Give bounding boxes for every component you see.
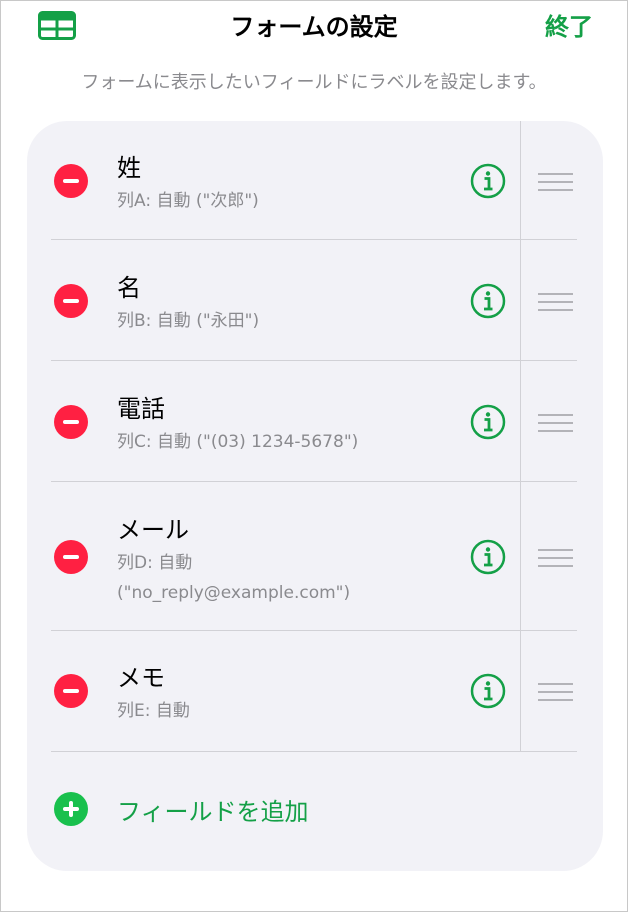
reorder-handle[interactable] — [538, 683, 573, 703]
add-icon[interactable] — [54, 792, 88, 826]
info-icon[interactable] — [470, 673, 506, 709]
info-icon[interactable] — [470, 404, 506, 440]
field-column: 列E: 自動 — [117, 701, 190, 721]
delete-field-button[interactable] — [54, 164, 88, 198]
list-item: メモ 列E: 自動 — [27, 631, 603, 751]
add-field-button[interactable]: フィールドを追加 — [117, 792, 309, 827]
reorder-handle[interactable] — [538, 414, 573, 434]
field-column: 列C: 自動 ("(03) 1234-5678") — [117, 432, 359, 452]
reorder-handle[interactable] — [538, 293, 573, 313]
page-title: フォームの設定 — [230, 13, 398, 41]
delete-field-button[interactable] — [54, 540, 88, 574]
field-label: メール — [117, 516, 189, 544]
list-item: 電話 列C: 自動 ("(03) 1234-5678") — [27, 361, 603, 481]
info-icon[interactable] — [470, 163, 506, 199]
field-column: 列D: 自動 — [117, 553, 193, 573]
field-label: 名 — [117, 274, 141, 302]
field-label: 電話 — [117, 395, 165, 423]
list-item: 名 列B: 自動 ("永田") — [27, 240, 603, 360]
field-label: 姓 — [117, 154, 141, 182]
field-label: メモ — [117, 664, 165, 692]
instruction-text: フォームに表示したいフィールドにラベルを設定します。 — [81, 72, 547, 93]
info-icon[interactable] — [470, 283, 506, 319]
delete-field-button[interactable] — [54, 284, 88, 318]
reorder-handle[interactable] — [538, 549, 573, 569]
nav-bar: フォームの設定 終了 — [1, 1, 627, 51]
delete-field-button[interactable] — [54, 405, 88, 439]
list-item: メール 列D: 自動 ("no_reply@example.com") — [27, 482, 603, 630]
info-icon[interactable] — [470, 539, 506, 575]
done-button[interactable]: 終了 — [545, 7, 593, 42]
list-item: 姓 列A: 自動 ("次郎") — [27, 121, 603, 239]
delete-field-button[interactable] — [54, 674, 88, 708]
field-column: 列B: 自動 ("永田") — [117, 311, 260, 331]
add-field-row[interactable]: フィールドを追加 — [27, 752, 603, 862]
field-column: 列A: 自動 ("次郎") — [117, 191, 259, 211]
field-example: ("no_reply@example.com") — [117, 583, 351, 603]
fields-list: 姓 列A: 自動 ("次郎") 名 列B: 自動 ("永田") 電話 列C: 自… — [27, 121, 603, 871]
reorder-handle[interactable] — [538, 173, 573, 193]
